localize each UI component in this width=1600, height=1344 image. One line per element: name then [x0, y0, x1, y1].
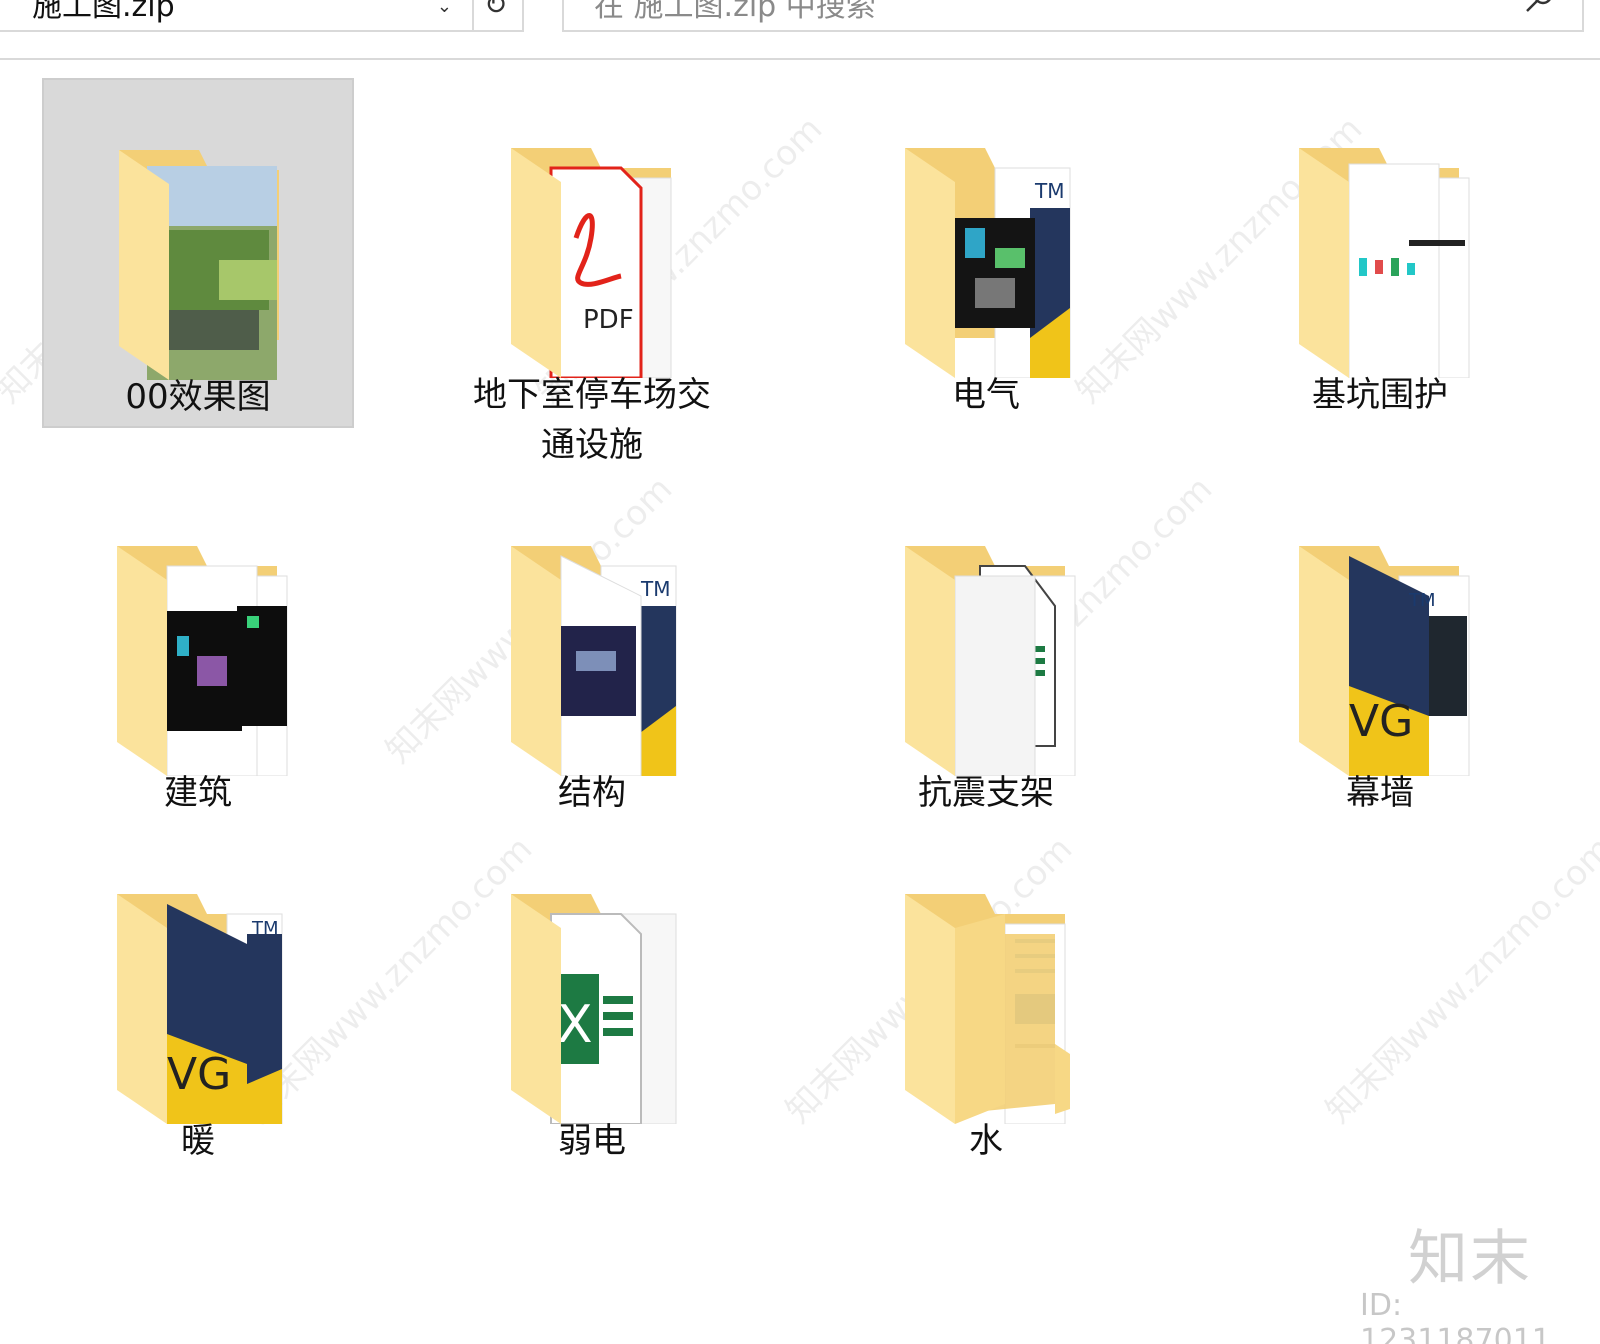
svg-text:X: X — [557, 995, 593, 1055]
watermark-id: ID: 1231187011 — [1360, 1288, 1551, 1344]
refresh-button[interactable]: ↻ — [472, 0, 524, 32]
folder-name: 水 — [969, 1121, 1003, 1161]
address-toolbar: 施工图.zip ⌄ ↻ 在 施工图.zip 中搜索 — [0, 0, 1600, 60]
folder-name: 电气 — [952, 375, 1020, 415]
folder-icon: TM VG — [117, 894, 283, 1124]
watermark-text: 知末网www.znzmo.com — [1318, 829, 1600, 1132]
folder-item[interactable]: 00效果图 — [42, 78, 354, 428]
svg-text:TM: TM — [1034, 179, 1064, 203]
folder-icon — [117, 546, 288, 776]
svg-text:PDF: PDF — [583, 305, 634, 335]
svg-text:TM: TM — [640, 577, 670, 601]
folder-icon — [905, 894, 1070, 1124]
folder-name: 结构 — [558, 773, 626, 813]
folder-name: 幕墙 — [1346, 773, 1414, 813]
folder-name: 暖 — [181, 1121, 215, 1161]
folder-icon: PDF — [511, 148, 672, 378]
folder-item[interactable]: TM 结构 — [436, 476, 748, 826]
folder-name: 建筑 — [164, 773, 232, 813]
svg-text:TM: TM — [1408, 590, 1436, 611]
folder-item[interactable]: 建筑 — [42, 476, 354, 826]
folder-item[interactable]: VG TM 幕墙 — [1224, 476, 1536, 826]
svg-text:VG: VG — [1349, 696, 1413, 747]
folder-item[interactable]: 抗震支架 — [830, 476, 1142, 826]
search-placeholder: 在 施工图.zip 中搜索 — [594, 0, 876, 24]
folder-icon: VG TM — [1299, 546, 1470, 776]
refresh-icon: ↻ — [484, 0, 508, 21]
brand-logo: 知末 — [1408, 1224, 1532, 1294]
folder-name: 00效果图 — [125, 377, 271, 417]
folder-item[interactable]: 基坑围护 — [1224, 78, 1536, 428]
chevron-down-icon[interactable]: ⌄ — [437, 0, 452, 17]
folder-name: 抗震支架 — [918, 773, 1054, 813]
search-input[interactable]: 在 施工图.zip 中搜索 — [562, 0, 1584, 32]
folder-name: 弱电 — [558, 1121, 626, 1161]
file-explorer-window: 施工图.zip ⌄ ↻ 在 施工图.zip 中搜索 知末网www.znzmo.c… — [0, 0, 1600, 1344]
folder-name: 基坑围护 — [1312, 375, 1448, 415]
folder-item[interactable]: 水 — [830, 824, 1142, 1174]
folder-icon — [905, 546, 1076, 776]
svg-text:TM: TM — [251, 918, 279, 939]
folder-item[interactable]: X 弱电 — [436, 824, 748, 1174]
folder-icon: X — [511, 894, 677, 1124]
folder-item[interactable]: PDF 地下室停车场交通设施 — [436, 78, 748, 465]
address-bar[interactable]: 施工图.zip ⌄ — [0, 0, 474, 32]
svg-text:VG: VG — [167, 1049, 231, 1100]
folder-item[interactable]: TM 电气 — [830, 78, 1142, 428]
folder-icon: TM — [511, 546, 677, 776]
address-text: 施工图.zip — [32, 0, 175, 24]
folder-icon — [119, 150, 279, 380]
search-icon[interactable] — [1524, 0, 1554, 14]
folder-icon — [1299, 148, 1470, 378]
folder-item[interactable]: TM VG 暖 — [42, 824, 354, 1174]
folder-name: 地下室停车场交通设施 — [473, 375, 711, 465]
folder-icon: TM — [905, 148, 1071, 378]
